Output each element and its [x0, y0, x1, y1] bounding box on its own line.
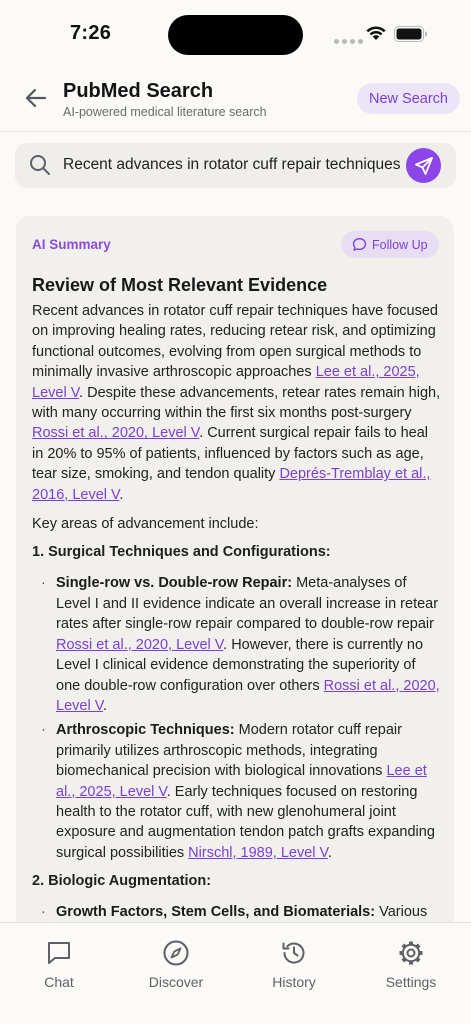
gear-icon [399, 941, 423, 965]
tab-label: History [272, 974, 316, 990]
tab-label: Chat [44, 974, 74, 990]
tab-bar: Chat Discover History Settings [0, 922, 471, 1024]
status-bar: 7:26 [0, 0, 471, 70]
arrow-left-icon [25, 88, 47, 108]
tab-label: Settings [385, 974, 437, 990]
summary-heading: Review of Most Relevant Evidence [32, 275, 328, 295]
ai-summary-label: AI Summary [32, 237, 111, 252]
tab-chat[interactable]: Chat [14, 939, 104, 990]
battery-icon [394, 26, 427, 42]
tab-discover[interactable]: Discover [131, 939, 221, 990]
status-time: 7:26 [70, 22, 112, 44]
follow-up-label: Follow Up [372, 237, 428, 252]
section-heading: 2. Biologic Augmentation: [32, 873, 212, 890]
summary-intro: Recent advances in rotator cuff repair t… [32, 303, 441, 503]
signal-dots-icon [334, 39, 363, 44]
follow-up-button[interactable]: Follow Up [341, 231, 439, 258]
list-item: Arthroscopic Techniques: Modern rotator … [32, 720, 442, 863]
new-search-button[interactable]: New Search [357, 83, 460, 114]
chat-icon [48, 942, 70, 964]
search-query-text: Recent advances in rotator cuff repair t… [63, 156, 401, 173]
list-item: Single-row vs. Double-row Repair: Meta-a… [32, 573, 442, 716]
tab-label: Discover [148, 974, 204, 990]
tab-settings[interactable]: Settings [366, 939, 456, 990]
compass-icon [163, 940, 189, 966]
tab-history[interactable]: History [249, 939, 339, 990]
search-icon [30, 155, 50, 175]
app-header: PubMed Search AI-powered medical literat… [0, 70, 471, 132]
page-title: PubMed Search [63, 80, 214, 102]
key-areas-text: Key areas of advancement include: [32, 516, 259, 533]
citation-link[interactable]: Rossi et al., 2020, Level V [56, 637, 223, 653]
list-item: Growth Factors, Stem Cells, and Biomater… [32, 902, 442, 923]
search-bar: Recent advances in rotator cuff repair t… [15, 143, 456, 188]
back-button[interactable] [22, 84, 50, 112]
history-icon [282, 942, 305, 964]
send-icon [414, 156, 433, 175]
page-subtitle: AI-powered medical literature search [63, 105, 267, 119]
wifi-icon [366, 26, 386, 40]
dynamic-island [168, 15, 303, 55]
send-button[interactable] [406, 148, 441, 183]
citation-link[interactable]: Nirschl, 1989, Level V [188, 845, 328, 861]
summary-content: Review of Most Relevant Evidence Recent … [32, 275, 442, 927]
speech-bubble-icon [352, 238, 367, 251]
section-heading: 1. Surgical Techniques and Configuration… [32, 544, 331, 561]
citation-link[interactable]: Rossi et al., 2020, Level V [32, 425, 199, 441]
ai-summary-card: AI Summary Follow Up Review of Most Rele… [16, 216, 454, 936]
search-input[interactable]: Recent advances in rotator cuff repair t… [63, 156, 415, 174]
